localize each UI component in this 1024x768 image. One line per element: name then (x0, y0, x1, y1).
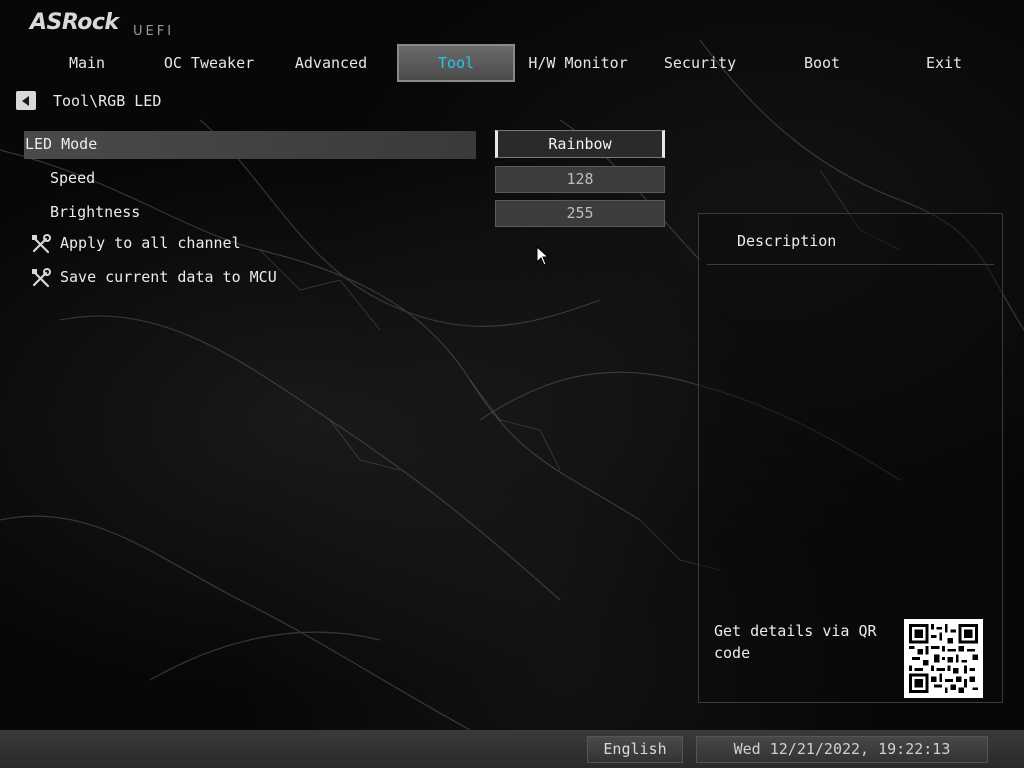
uefi-label: UEFI (133, 24, 175, 39)
speed-label[interactable]: Speed (50, 169, 95, 187)
language-button[interactable]: English (587, 736, 683, 763)
save-to-mcu-item[interactable]: Save current data to MCU (60, 268, 277, 286)
led-mode-value[interactable]: Rainbow (495, 130, 665, 158)
tab-hw-monitor[interactable]: H/W Monitor (519, 44, 637, 82)
tab-main[interactable]: Main (28, 44, 146, 82)
description-panel: Description Get details via QR code (698, 213, 1003, 703)
back-arrow-button[interactable] (16, 91, 36, 110)
tab-advanced[interactable]: Advanced (272, 44, 390, 82)
breadcrumb: Tool\RGB LED (53, 92, 162, 110)
apply-all-channel-item[interactable]: Apply to all channel (60, 234, 241, 252)
tab-tool[interactable]: Tool (397, 44, 515, 82)
asrock-logo: ASRock (30, 10, 119, 35)
description-divider (707, 264, 994, 265)
tab-exit[interactable]: Exit (885, 44, 1003, 82)
brightness-value[interactable]: 255 (495, 200, 665, 227)
brightness-label[interactable]: Brightness (50, 203, 140, 221)
tab-boot[interactable]: Boot (763, 44, 881, 82)
main-tabs: Main OC Tweaker Advanced Tool H/W Monito… (28, 44, 1004, 82)
led-mode-label[interactable]: LED Mode (25, 135, 97, 153)
mouse-cursor-icon (536, 246, 550, 266)
tab-security[interactable]: Security (641, 44, 759, 82)
date-time-display: Wed 12/21/2022, 19:22:13 (696, 736, 988, 763)
qr-hint-text: Get details via QR code (714, 622, 877, 662)
tools-icon (32, 234, 51, 254)
description-title: Description (737, 232, 837, 250)
tab-oc-tweaker[interactable]: OC Tweaker (150, 44, 268, 82)
tools-icon (32, 268, 51, 288)
qr-code-icon (904, 619, 983, 698)
speed-value[interactable]: 128 (495, 166, 665, 193)
